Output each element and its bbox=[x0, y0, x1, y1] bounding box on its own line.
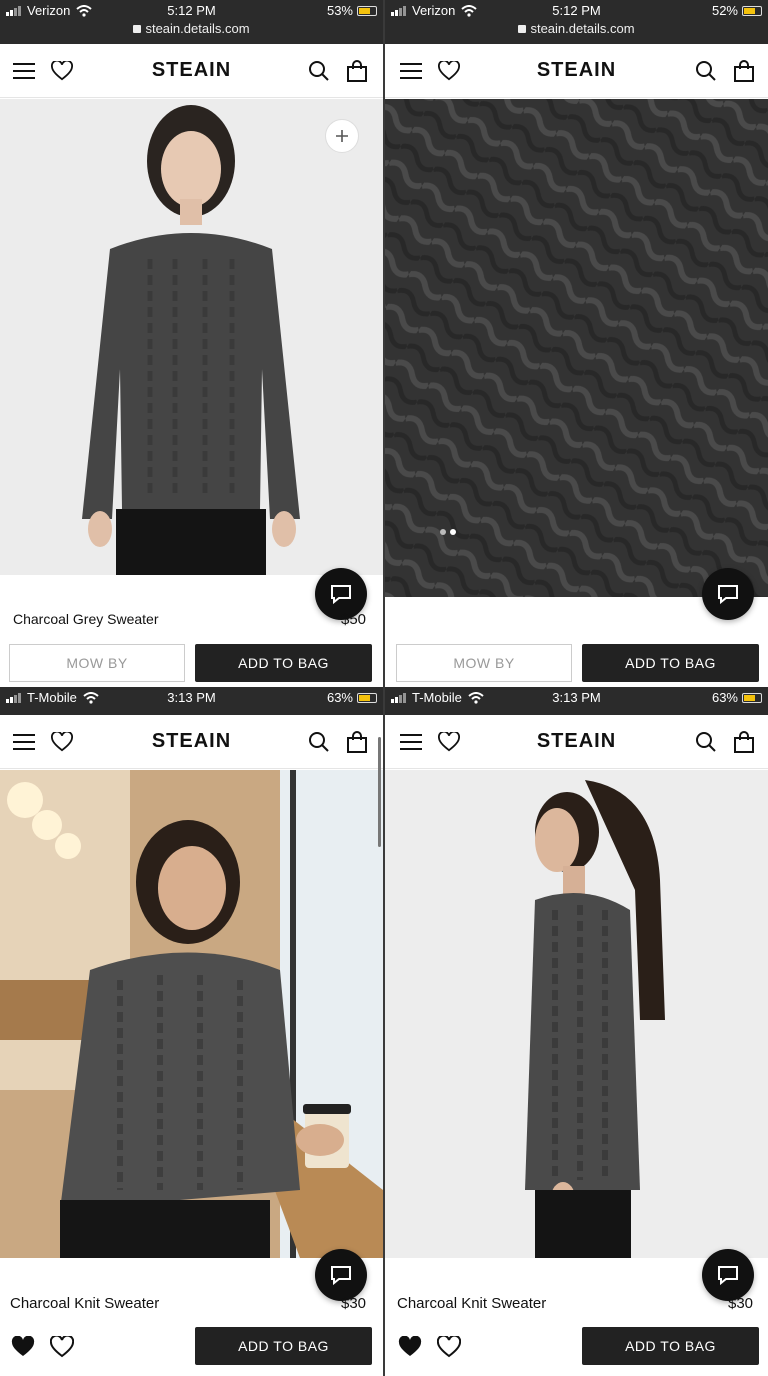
chat-icon bbox=[718, 585, 738, 605]
status-time: 3:13 PM bbox=[552, 690, 601, 705]
battery-label: 53% bbox=[326, 3, 353, 18]
site-header: STEAIN bbox=[385, 44, 768, 98]
battery-label: 63% bbox=[326, 690, 353, 705]
bag-icon[interactable] bbox=[345, 730, 369, 754]
search-icon[interactable] bbox=[307, 59, 331, 83]
status-bar: T-Mobile 3:13 PM 63% bbox=[385, 687, 768, 715]
product-price: $50 bbox=[341, 611, 367, 628]
battery-icon bbox=[742, 692, 762, 703]
status-time: 5:12 PM bbox=[167, 3, 216, 18]
plus-icon bbox=[336, 130, 348, 142]
product-name: Charcoal Knit Sweater bbox=[10, 1295, 160, 1312]
chat-button[interactable] bbox=[315, 1249, 367, 1301]
battery-label: 63% bbox=[711, 690, 738, 705]
lock-icon bbox=[133, 25, 142, 33]
url-text: steain.details.com bbox=[145, 21, 250, 36]
heart-filled-icon bbox=[398, 1335, 422, 1356]
status-bar: T-Mobile 3:13 PM 63% bbox=[0, 687, 383, 715]
scrollbar[interactable] bbox=[378, 737, 381, 847]
buy-now-button[interactable]: MOW BY bbox=[9, 644, 185, 682]
status-bar: Verizon 5:12 PM 53% steain.details.com bbox=[0, 0, 383, 44]
favorite-filled-button[interactable] bbox=[398, 1335, 422, 1358]
url-text: steain.details.com bbox=[530, 21, 635, 36]
favorite-filled-button[interactable] bbox=[11, 1335, 35, 1358]
panel-divider bbox=[383, 0, 385, 1376]
search-icon[interactable] bbox=[694, 59, 718, 83]
chat-icon bbox=[718, 1266, 738, 1286]
site-header: STEAIN bbox=[0, 715, 383, 769]
product-price: $30 bbox=[341, 1295, 367, 1312]
add-to-bag-button[interactable]: ADD TO BAG bbox=[195, 644, 372, 682]
product-photo-side[interactable] bbox=[385, 770, 768, 1258]
panel-top-left: Verizon 5:12 PM 53% steain.details.com S… bbox=[0, 0, 383, 687]
product-name: Charcoal Grey Sweater bbox=[13, 611, 159, 627]
search-icon[interactable] bbox=[694, 730, 718, 754]
favorite-button[interactable] bbox=[436, 1334, 462, 1358]
favorite-button[interactable] bbox=[49, 1334, 75, 1358]
product-photo-cafe[interactable] bbox=[0, 770, 383, 1258]
panel-bottom-left: T-Mobile 3:13 PM 63% STEAIN Charcoal Kni… bbox=[0, 687, 383, 1376]
status-time: 3:13 PM bbox=[167, 690, 216, 705]
bag-icon[interactable] bbox=[345, 59, 369, 83]
panel-bottom-right: T-Mobile 3:13 PM 63% STEAIN Charcoal Kni… bbox=[385, 687, 768, 1376]
add-to-bag-button[interactable]: ADD TO BAG bbox=[582, 644, 759, 682]
product-photo-knit-closeup[interactable] bbox=[385, 99, 768, 597]
buy-now-button[interactable]: MOW BY bbox=[396, 644, 572, 682]
chat-button[interactable] bbox=[702, 568, 754, 620]
heart-filled-icon bbox=[11, 1335, 35, 1356]
battery-icon bbox=[742, 5, 762, 16]
bag-icon[interactable] bbox=[732, 59, 756, 83]
status-time: 5:12 PM bbox=[552, 3, 601, 18]
chat-icon bbox=[331, 1266, 351, 1286]
address-bar[interactable]: steain.details.com bbox=[0, 21, 383, 36]
add-to-bag-button[interactable]: ADD TO BAG bbox=[582, 1327, 759, 1365]
product-name: Charcoal Knit Sweater bbox=[397, 1295, 547, 1312]
lock-icon bbox=[518, 25, 527, 33]
chat-button[interactable] bbox=[702, 1249, 754, 1301]
bag-icon[interactable] bbox=[732, 730, 756, 754]
heart-icon bbox=[49, 1334, 75, 1358]
add-to-bag-button[interactable]: ADD TO BAG bbox=[195, 1327, 372, 1365]
search-icon[interactable] bbox=[307, 730, 331, 754]
chat-icon bbox=[331, 585, 351, 605]
address-bar[interactable]: steain.details.com bbox=[385, 21, 768, 36]
panel-top-right: Verizon 5:12 PM 52% steain.details.com S… bbox=[385, 0, 768, 687]
battery-label: 52% bbox=[711, 3, 738, 18]
site-header: STEAIN bbox=[385, 715, 768, 769]
status-bar: Verizon 5:12 PM 52% steain.details.com bbox=[385, 0, 768, 44]
heart-icon bbox=[436, 1334, 462, 1358]
zoom-plus-button[interactable] bbox=[325, 119, 359, 153]
site-header: STEAIN bbox=[0, 44, 383, 98]
product-photo-front[interactable] bbox=[0, 99, 383, 575]
battery-icon bbox=[357, 5, 377, 16]
product-price: $30 bbox=[728, 1295, 754, 1312]
battery-icon bbox=[357, 692, 377, 703]
